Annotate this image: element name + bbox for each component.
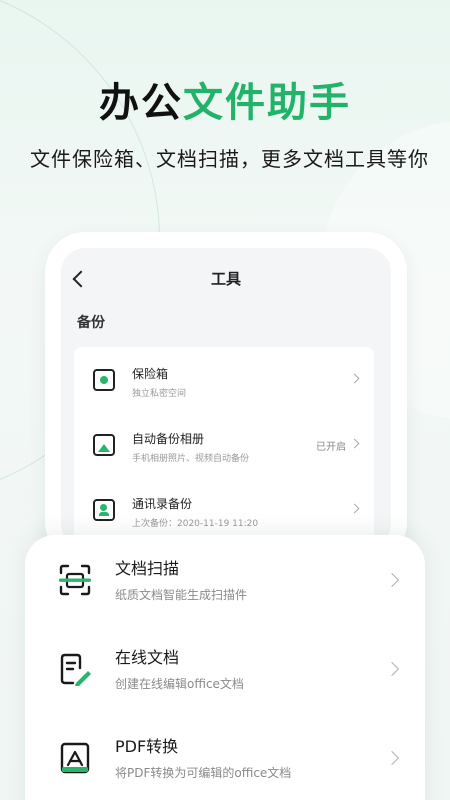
tool-pdf-convert[interactable]: PDF转换 将PDF转换为可编辑的office文档 xyxy=(25,713,425,800)
list-item-contacts-backup[interactable]: 通讯录备份 上次备份：2020-11-19 11:20 xyxy=(74,477,374,542)
chevron-right-icon xyxy=(349,438,360,449)
tools-sheet: 文档扫描 纸质文档智能生成扫描件 在线文档 创建在线编辑office文档 PDF… xyxy=(25,535,425,800)
phone-mockup: 工具 备份 保险箱 独立私密空间 自动备份相册 手机相册照片、视频自动备份 已开… xyxy=(45,232,407,562)
section-title: 备份 xyxy=(77,315,105,331)
phone-screen: 工具 备份 保险箱 独立私密空间 自动备份相册 手机相册照片、视频自动备份 已开… xyxy=(61,248,391,548)
headline: 办公文件助手 xyxy=(0,70,450,128)
headline-part1: 办公 xyxy=(99,80,183,126)
chevron-right-icon xyxy=(349,503,360,514)
tool-desc: 纸质文档智能生成扫描件 xyxy=(115,588,248,602)
chevron-right-icon xyxy=(384,572,400,588)
tool-online-document[interactable]: 在线文档 创建在线编辑office文档 xyxy=(25,624,425,714)
tool-desc: 创建在线编辑office文档 xyxy=(115,677,244,691)
tool-desc: 将PDF转换为可编辑的office文档 xyxy=(115,766,292,780)
nav-title: 工具 xyxy=(210,270,241,288)
tool-title: PDF转换 xyxy=(115,737,179,756)
headline-part2: 文件助手 xyxy=(183,80,351,126)
chevron-right-icon xyxy=(384,750,400,766)
contacts-icon xyxy=(93,499,115,521)
online-document-icon xyxy=(60,653,91,686)
item-desc: 手机相册照片、视频自动备份 xyxy=(132,454,250,464)
chevron-right-icon xyxy=(349,373,360,384)
subline: 文件保险箱、文档扫描，更多文档工具等你 xyxy=(30,147,429,171)
safe-icon xyxy=(93,369,115,391)
tool-title: 文档扫描 xyxy=(115,559,180,578)
nav-bar: 工具 xyxy=(61,266,391,300)
item-title: 通讯录备份 xyxy=(132,497,193,511)
list-item-safe[interactable]: 保险箱 独立私密空间 xyxy=(74,347,374,412)
tool-document-scan[interactable]: 文档扫描 纸质文档智能生成扫描件 xyxy=(25,535,425,625)
status-text: 已开启 xyxy=(316,442,346,453)
item-title: 自动备份相册 xyxy=(132,432,205,446)
pdf-convert-icon xyxy=(60,742,90,774)
photo-album-icon xyxy=(93,434,115,456)
document-scan-icon xyxy=(59,564,91,596)
backup-card: 保险箱 独立私密空间 自动备份相册 手机相册照片、视频自动备份 已开启 通讯录备… xyxy=(74,347,374,548)
list-item-photo-backup[interactable]: 自动备份相册 手机相册照片、视频自动备份 已开启 xyxy=(74,412,374,477)
tool-title: 在线文档 xyxy=(115,648,180,667)
item-desc: 上次备份：2020-11-19 11:20 xyxy=(132,519,259,529)
item-title: 保险箱 xyxy=(132,367,169,381)
item-desc: 独立私密空间 xyxy=(132,389,187,399)
chevron-right-icon xyxy=(384,661,400,677)
